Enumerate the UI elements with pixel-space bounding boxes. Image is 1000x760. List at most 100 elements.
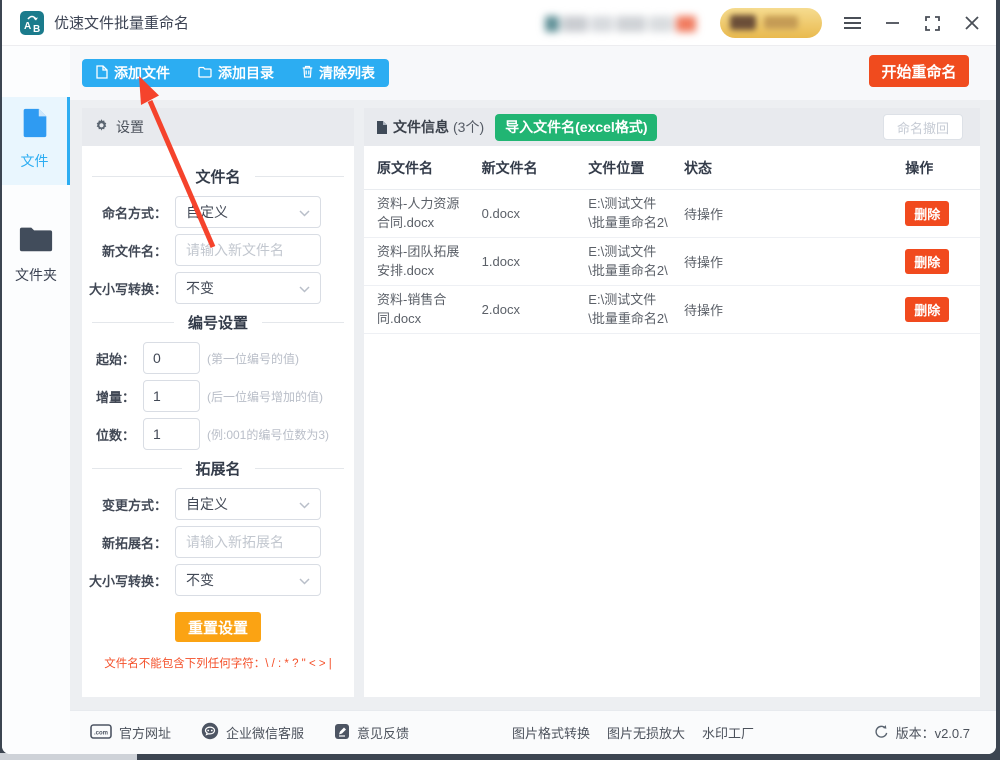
promo-image-upscale[interactable]: 图片无损放大 — [607, 723, 685, 742]
increment-input[interactable] — [143, 380, 200, 412]
old-filename: 资料-团队拓展 安排.docx — [377, 243, 482, 281]
table-header-row: 原文件名 新文件名 文件位置 状态 操作 — [364, 146, 980, 190]
status-text: 待操作 — [684, 204, 905, 223]
folder-icon — [18, 241, 54, 258]
import-filenames-button[interactable]: 导入文件名(excel格式) — [495, 114, 657, 141]
blurred-account-text — [545, 12, 707, 36]
delete-button[interactable]: 删除 — [905, 249, 949, 274]
close-icon[interactable] — [952, 0, 992, 46]
new-filename: 0.docx — [482, 206, 589, 221]
file-info-title: 文件信息 — [393, 117, 449, 137]
start-number-input[interactable] — [143, 342, 200, 374]
settings-panel-title: 设置 — [116, 117, 144, 137]
maximize-icon[interactable] — [912, 0, 952, 46]
col-old-name: 原文件名 — [377, 158, 482, 178]
file-location: E:\测试文件 \批量重命名2\ — [588, 195, 684, 233]
file-add-icon — [96, 65, 108, 82]
titlebar: A B 优速文件批量重命名 — [2, 0, 996, 46]
promo-watermark[interactable]: 水印工厂 — [702, 723, 754, 742]
delete-button[interactable]: 删除 — [905, 201, 949, 226]
rename-undo-button[interactable]: 命名撤回 — [883, 114, 963, 140]
old-filename: 资料-销售合 同.docx — [377, 291, 482, 329]
new-filename: 2.docx — [482, 302, 589, 317]
document-icon — [376, 120, 388, 134]
folder-add-icon — [198, 65, 212, 81]
file-location: E:\测试文件 \批量重命名2\ — [588, 243, 684, 281]
file-table-panel: 文件信息 (3个) 导入文件名(excel格式) 命名撤回 原文件名 新文件名 … — [364, 108, 980, 697]
promo-image-convert[interactable]: 图片格式转换 — [512, 723, 590, 742]
file-icon — [18, 127, 52, 144]
naming-method-select[interactable]: 自定义 — [175, 196, 321, 228]
table-row: 资料-销售合 同.docx 2.docx E:\测试文件 \批量重命名2\ 待操… — [364, 286, 980, 334]
menu-icon[interactable] — [832, 0, 872, 46]
sidebar-item-label: 文件夹 — [2, 265, 70, 285]
sidebar-item-folders[interactable]: 文件夹 — [2, 212, 70, 292]
case-convert-select[interactable]: 不变 — [175, 272, 321, 304]
old-filename: 资料-人力资源 合同.docx — [377, 195, 482, 233]
main-area: 添加文件 添加目录 清除列表 开始重命名 — [70, 46, 996, 754]
vip-badge[interactable] — [720, 8, 822, 38]
settings-panel-header: 设置 — [82, 108, 354, 146]
file-count: (3个) — [453, 117, 484, 137]
digits-row: 位数： (例:001的编号位数为3) — [82, 418, 354, 450]
gear-icon — [94, 118, 109, 136]
official-website-link[interactable]: .com 官方网址 — [90, 723, 171, 742]
toolbar: 添加文件 添加目录 清除列表 开始重命名 — [70, 46, 996, 100]
new-filename: 1.docx — [482, 254, 589, 269]
section-heading-filename: 文件名 — [82, 166, 354, 186]
svg-text:A: A — [24, 21, 31, 32]
settings-panel: 设置 文件名 命名方式： 自定义 新文件名： — [82, 108, 354, 697]
window-controls — [832, 0, 996, 46]
sidebar: 文件 文件夹 — [2, 46, 70, 754]
feedback-icon — [334, 723, 350, 743]
new-extension-row: 新拓展名： — [82, 526, 354, 558]
naming-method-row: 命名方式： 自定义 — [82, 196, 354, 228]
content-area: 设置 文件名 命名方式： 自定义 新文件名： — [70, 100, 996, 710]
section-heading-extension: 拓展名 — [82, 458, 354, 478]
footer: .com 官方网址 企业微信客服 意见反馈 — [70, 710, 996, 754]
minimize-icon[interactable] — [872, 0, 912, 46]
extension-case-select[interactable]: 不变 — [175, 564, 321, 596]
new-filename-input[interactable] — [175, 234, 321, 266]
start-rename-button[interactable]: 开始重命名 — [869, 55, 969, 87]
version-text: 版本：v2.0.7 — [896, 723, 970, 742]
app-title: 优速文件批量重命名 — [54, 12, 189, 33]
col-new-name: 新文件名 — [482, 158, 589, 178]
new-extension-input[interactable] — [175, 526, 321, 558]
add-directory-button[interactable]: 添加目录 — [184, 59, 288, 87]
file-location: E:\测试文件 \批量重命名2\ — [588, 291, 684, 329]
delete-button[interactable]: 删除 — [905, 297, 949, 322]
chevron-down-icon — [299, 204, 310, 220]
col-location: 文件位置 — [588, 158, 684, 178]
app-window: A B 优速文件批量重命名 — [2, 0, 996, 754]
chevron-down-icon — [299, 572, 310, 588]
toolbar-button-group: 添加文件 添加目录 清除列表 — [82, 59, 389, 87]
trash-icon — [302, 65, 313, 81]
table-row: 资料-团队拓展 安排.docx 1.docx E:\测试文件 \批量重命名2\ … — [364, 238, 980, 286]
table-row: 资料-人力资源 合同.docx 0.docx E:\测试文件 \批量重命名2\ … — [364, 190, 980, 238]
extension-method-row: 变更方式： 自定义 — [82, 488, 354, 520]
feedback-link[interactable]: 意见反馈 — [334, 723, 409, 743]
increment-row: 增量： (后一位编号增加的值) — [82, 380, 354, 412]
chevron-down-icon — [299, 496, 310, 512]
col-status: 状态 — [684, 158, 905, 178]
reset-settings-button[interactable]: 重置设置 — [175, 612, 261, 642]
chevron-down-icon — [299, 280, 310, 296]
section-heading-numbering: 编号设置 — [82, 312, 354, 332]
extension-method-select[interactable]: 自定义 — [175, 488, 321, 520]
add-file-button[interactable]: 添加文件 — [82, 59, 184, 87]
wechat-service-link[interactable]: 企业微信客服 — [201, 722, 304, 743]
invalid-chars-warning: 文件名不能包含下列任何字符：\ / : * ? " < > | — [82, 655, 354, 671]
clear-list-button[interactable]: 清除列表 — [288, 59, 389, 87]
digits-input[interactable] — [143, 418, 200, 450]
website-icon: .com — [90, 724, 112, 742]
svg-text:B: B — [33, 24, 40, 35]
file-table-header: 文件信息 (3个) 导入文件名(excel格式) 命名撤回 — [364, 108, 980, 146]
sidebar-item-files[interactable]: 文件 — [2, 97, 70, 185]
app-logo-icon: A B — [20, 11, 44, 35]
refresh-icon — [874, 724, 889, 742]
start-number-row: 起始： (第一位编号的值) — [82, 342, 354, 374]
background-window-edge — [0, 753, 137, 760]
case-convert-row: 大小写转换： 不变 — [82, 272, 354, 304]
status-text: 待操作 — [684, 252, 905, 271]
